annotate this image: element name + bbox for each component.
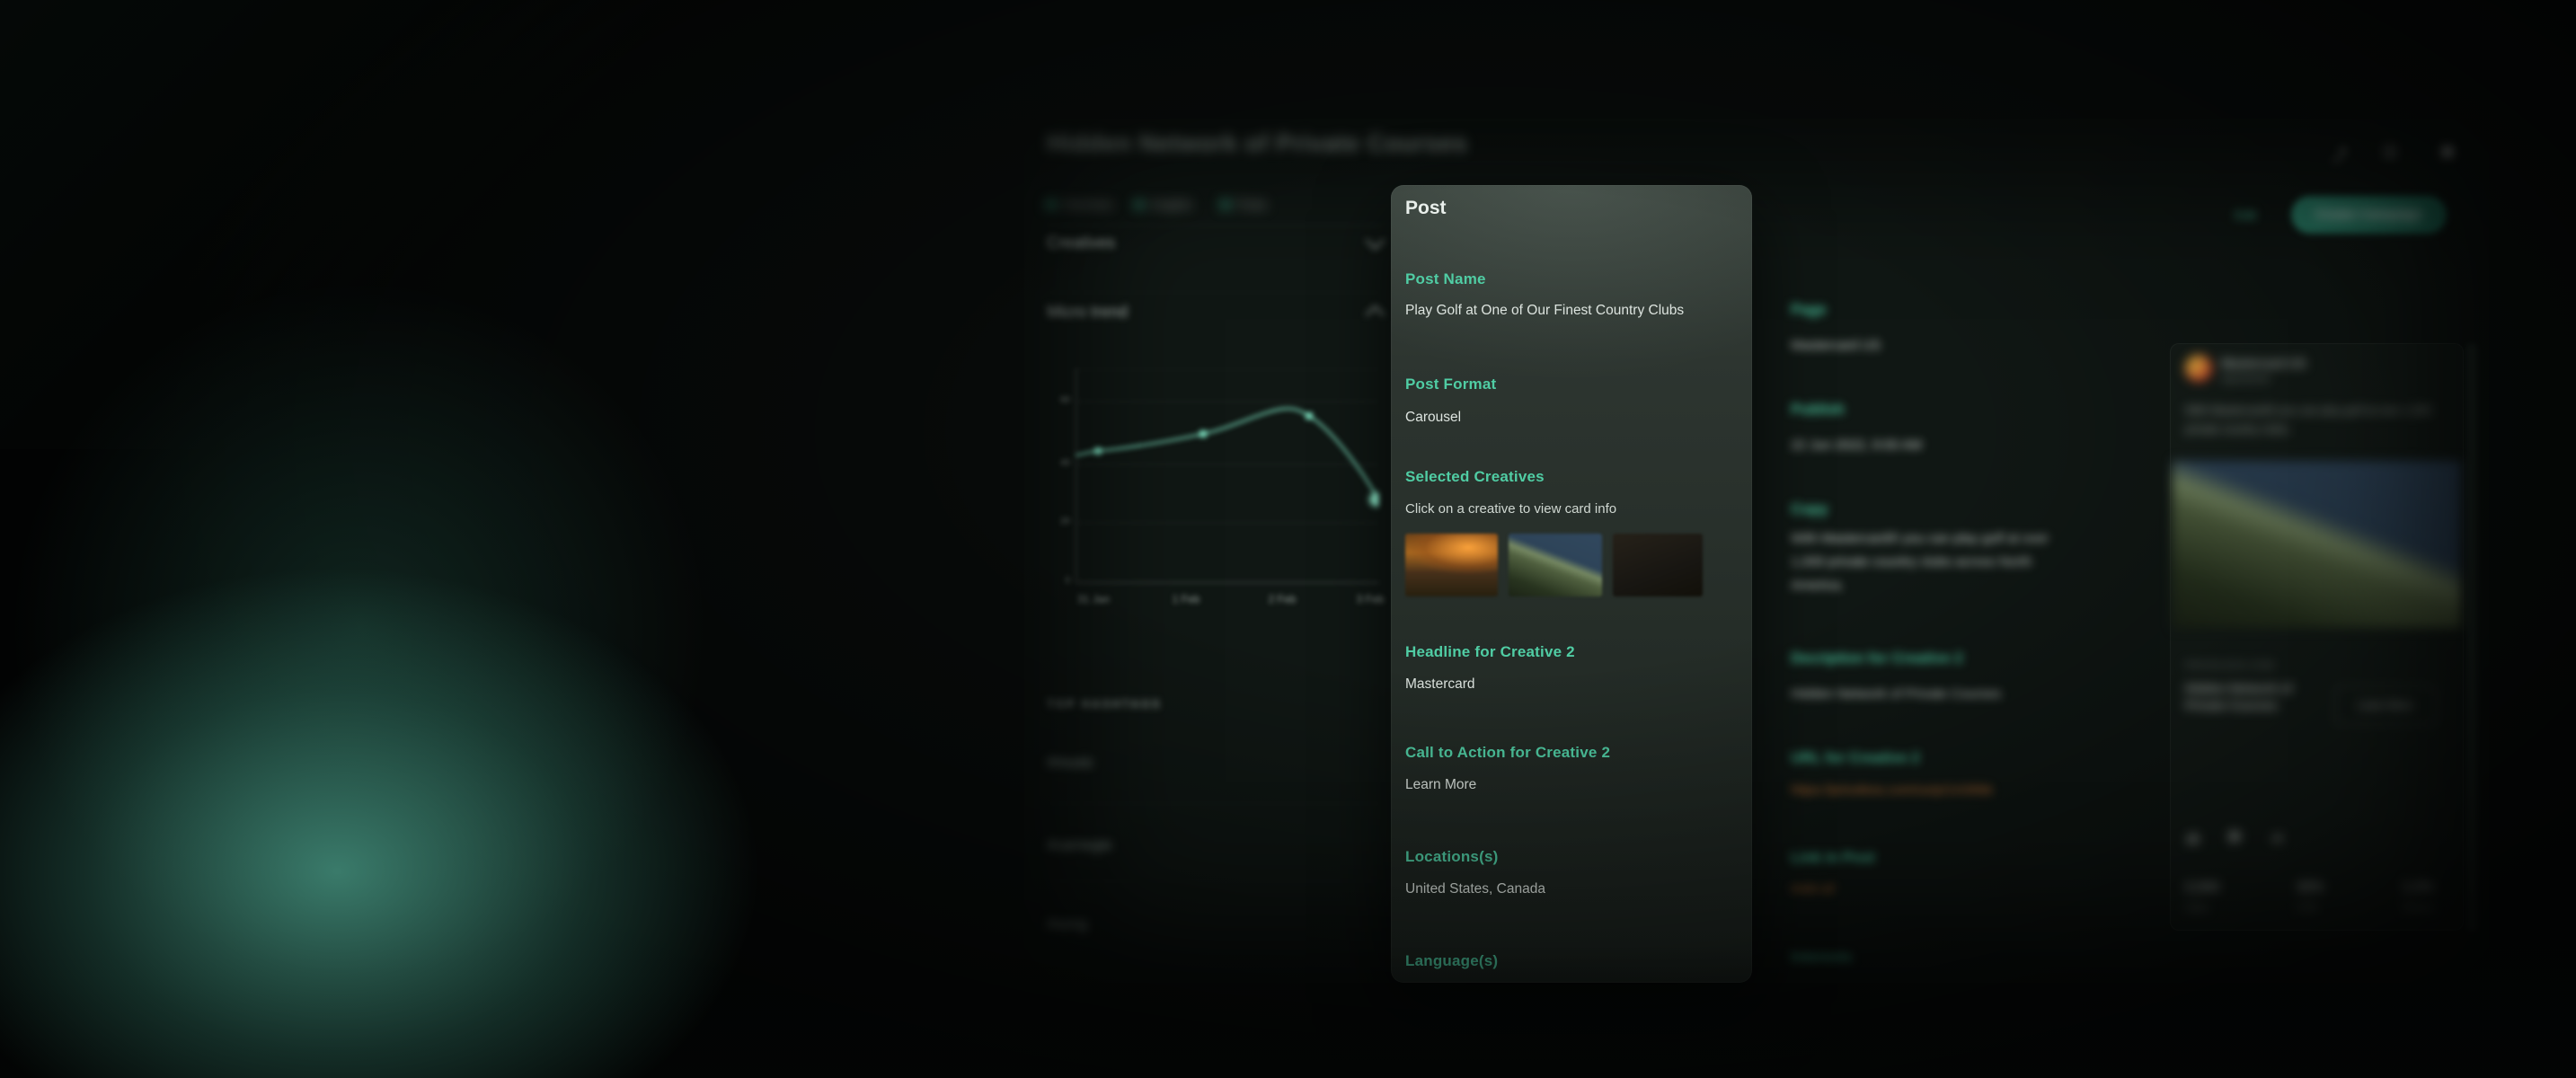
chevron-up-icon [1366,305,1385,324]
preview-stat-label: Likes [2185,903,2209,914]
creative-thumbnail-2[interactable] [1509,534,1602,596]
page-avatar [2185,355,2212,382]
campaign-window: Hidden Network of Private Courses ⤴ ◫ ▦ … [1024,119,2489,983]
post-detail-modal: Post Post Name Play Golf at One of Our F… [1391,185,1752,983]
micro-trend-chart: 60 40 20 0 31 Jan 1 Feb 2 Feb 3 Fe [1076,368,1399,611]
x-tick: 31 Jan [1074,593,1113,605]
headline-label: Headline for Creative 2 [1405,643,1575,661]
creative-thumbnail-3[interactable] [1613,534,1703,596]
ambient-glow [0,135,854,1078]
selected-creatives-label: Selected Creatives [1405,468,1545,486]
creative-url-link[interactable]: https://priceless.com/us/p/1A30bb [1791,782,1993,798]
detail-label: Interests [1791,950,1853,967]
top-hashtags-heading: TOP HASHTAGS [1047,698,1162,711]
tab-label: Posts [1236,198,1267,211]
headline-value: Mastercard [1405,676,1475,693]
page-title: Hidden Network of Private Courses [1047,129,1766,157]
preview-stat-value: 1.2% [2403,879,2433,895]
detail-value: With Mastercard® you can play golf at ov… [1791,527,2060,597]
teal-glow [0,467,899,1078]
micro-trend-section-header[interactable]: Micro trend [1047,303,1382,322]
preview-sponsored-label: Sponsored [2221,374,2269,384]
preview-page-name: Mastercard US [2221,357,2306,370]
tab-label: Insights [1150,198,1192,211]
edit-link[interactable]: Edit [2235,208,2256,222]
languages-label: Language(s) [1405,952,1498,970]
comment-icon [2226,829,2243,850]
post-details-column: Page Mastercard US Publish 22 Jun 2022, … [1791,119,2069,983]
selected-creatives-note: Click on a creative to view card info [1405,501,1616,517]
detail-value: Hidden Network of Private Courses [1791,683,2069,706]
chevron-down-icon [1366,231,1385,250]
preview-cta-button[interactable]: Learn More [2334,685,2437,725]
tab-overview[interactable]: Overview [1047,198,1112,211]
screen: Hidden Network of Private Courses ⤴ ◫ ▦ … [0,0,2576,1078]
tab-posts[interactable]: Posts [1221,198,1267,211]
y-tick: 60 [1054,395,1070,405]
share-icon [2269,829,2285,850]
locations-label: Locations(s) [1405,848,1498,866]
post-link[interactable]: mstr.cd [1791,881,1834,897]
y-tick: 40 [1054,458,1070,468]
cta-label: Call to Action for Creative 2 [1405,744,1610,762]
divider [1047,803,1382,804]
divider [1047,292,1382,293]
y-tick: 20 [1054,517,1070,526]
tab-check-icon [1221,200,1229,208]
creatives-label: Creatives [1047,234,1115,252]
x-tick: 1 Feb [1166,593,1206,605]
post-name-label: Post Name [1405,270,1486,288]
detail-label: Copy [1791,501,1828,518]
y-tick: 0 [1054,576,1070,586]
top-left-tint [0,0,809,449]
creative-thumbnail-1[interactable] [1405,534,1498,596]
divider [2185,750,2448,751]
locations-value: United States, Canada [1405,881,1545,897]
hashtag-item[interactable]: #music [1047,755,1093,772]
detail-value: 22 Jun 2022, 9:00 AM [1791,434,1922,457]
tab-label: Overview [1062,198,1112,211]
hashtag-item[interactable]: #carnegie [1047,837,1111,854]
scrollbar[interactable] [2466,343,2477,932]
menu-icon[interactable]: ▦ [2440,142,2455,160]
primary-action-label: Create Campaign [2315,208,2422,222]
trend-line-svg [1076,368,1379,588]
tab-check-icon [1047,200,1055,208]
preview-copy: With Mastercard® you can play golf at ov… [2185,402,2448,439]
like-icon [2185,829,2201,850]
detail-label: Decription for Creative 2 [1791,650,1963,667]
detail-label: Publish [1791,402,1845,419]
detail-label: Page [1791,302,1826,319]
primary-action-button[interactable]: Create Campaign [2291,196,2447,234]
x-tick: 3 Feb [1350,593,1390,605]
detail-label: URL for Creative 2 [1791,750,1920,767]
x-tick: 2 Feb [1262,593,1302,605]
detail-value: Mastercard US [1791,334,1881,358]
cta-value: Learn More [1405,777,1476,793]
apps-icon[interactable]: ◫ [2383,142,2397,160]
preview-domain: PRICELESS.COM [2185,660,2274,671]
hashtag-item[interactable]: #song [1047,916,1087,933]
preview-image [2173,461,2461,628]
micro-trend-label: Micro trend [1047,303,1128,322]
post-format-value: Carousel [1405,410,1461,426]
post-preview-card: Mastercard US Sponsored With Mastercard®… [2170,343,2464,931]
preview-stat-label: CTR [2297,903,2317,914]
post-name-value: Play Golf at One of Our Finest Country C… [1405,303,1747,319]
detail-label: Link in Post [1791,850,1875,867]
preview-stat-label: Shares [2403,903,2434,914]
modal-title: Post [1405,198,1447,219]
preview-headline: Hidden Network of Private Courses [2185,680,2329,714]
preview-stat-value: 32% [2297,879,2324,895]
preview-stat-value: 2,344 [2185,879,2219,895]
notifications-icon[interactable]: ⤴ [2332,142,2347,164]
creatives-section-header[interactable]: Creatives [1047,234,1382,252]
tab-insights[interactable]: Insights [1135,198,1192,211]
post-format-label: Post Format [1405,376,1496,393]
tab-check-icon [1135,200,1143,208]
divider [1047,880,1382,881]
